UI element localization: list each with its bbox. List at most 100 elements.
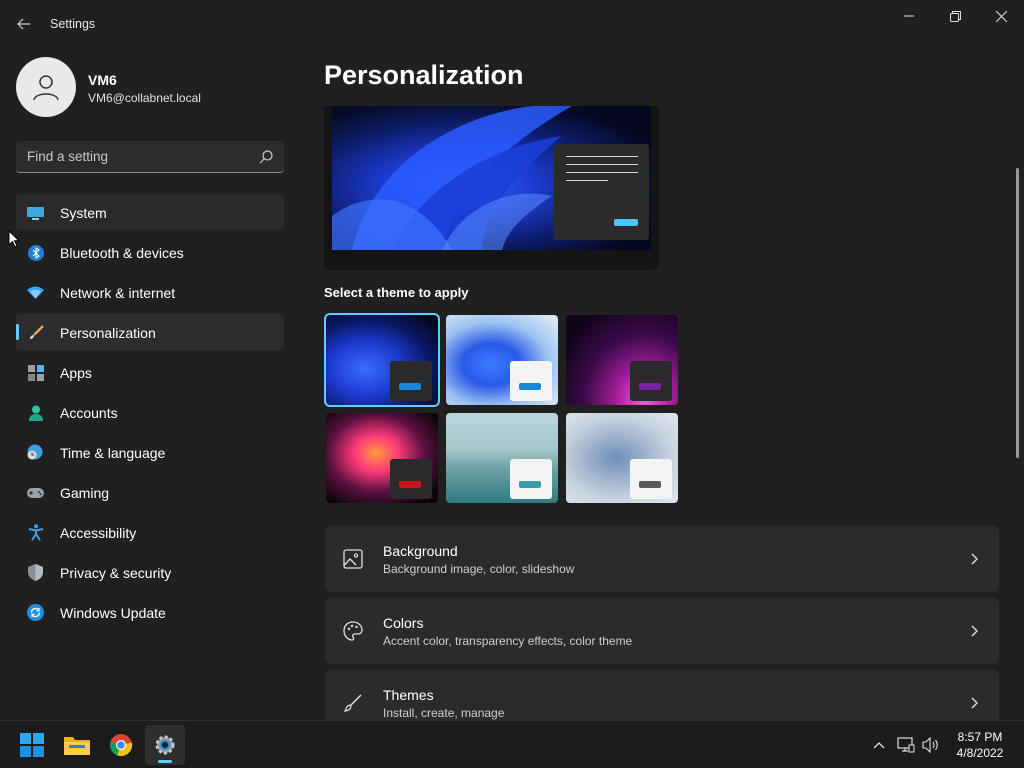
person-icon	[27, 404, 44, 421]
sidebar-item-label: Time & language	[60, 445, 166, 461]
chrome-button[interactable]	[101, 725, 141, 765]
sidebar-item-gaming[interactable]: Gaming	[16, 474, 284, 510]
title-bar: Settings	[0, 0, 1024, 48]
preview-window	[554, 144, 649, 240]
start-icon	[20, 733, 44, 757]
preview-wallpaper	[332, 106, 651, 250]
sidebar-item-label: Accessibility	[60, 525, 137, 541]
user-name: VM6	[88, 72, 117, 88]
volume-icon	[922, 737, 938, 753]
taskbar-clock[interactable]: 8:57 PM 4/8/2022	[948, 729, 1012, 761]
sidebar-item-windows-update[interactable]: Windows Update	[16, 594, 284, 630]
taskbar: 8:57 PM 4/8/2022	[0, 720, 1024, 768]
chrome-icon	[110, 734, 133, 757]
card-title: Themes	[383, 687, 434, 703]
sidebar-item-label: System	[60, 205, 107, 221]
clock-time: 8:57 PM	[957, 730, 1003, 744]
accessibility-icon	[27, 524, 44, 541]
image-icon	[343, 549, 363, 569]
themes-label: Select a theme to apply	[324, 285, 469, 300]
sidebar-item-label: Accounts	[60, 405, 118, 421]
sidebar-item-label: Apps	[60, 365, 92, 381]
sidebar-item-system[interactable]: System	[16, 194, 284, 230]
page-title: Personalization	[324, 60, 524, 90]
brush-icon	[27, 324, 44, 341]
file-explorer-button[interactable]	[57, 725, 97, 765]
network-icon	[897, 737, 915, 753]
close-button[interactable]	[978, 0, 1024, 32]
theme-window-preview	[630, 361, 672, 401]
search-icon[interactable]	[258, 149, 274, 165]
user-icon	[33, 75, 59, 101]
theme-window-preview	[390, 459, 432, 499]
theme-window-preview	[510, 459, 552, 499]
update-icon	[27, 604, 44, 621]
monitor-icon	[27, 204, 44, 221]
app-title: Settings	[50, 17, 96, 31]
minimize-button[interactable]	[886, 0, 932, 32]
chevron-right-icon	[971, 553, 978, 565]
network-tray-button[interactable]	[897, 736, 915, 754]
theme-thumbnail-light-bloom[interactable]	[446, 315, 558, 405]
avatar[interactable]	[16, 57, 76, 117]
sidebar-item-personalization[interactable]: Personalization	[16, 314, 284, 350]
card-title: Background	[383, 543, 458, 559]
sidebar-item-label: Personalization	[60, 325, 156, 341]
restore-button[interactable]	[932, 0, 978, 32]
minimize-icon	[904, 15, 914, 17]
sidebar-item-bluetooth-devices[interactable]: Bluetooth & devices	[16, 234, 284, 270]
theme-window-preview	[630, 459, 672, 499]
search-input[interactable]: Find a setting	[16, 141, 284, 173]
scrollbar[interactable]	[1016, 168, 1019, 458]
chevron-right-icon	[971, 625, 978, 637]
theme-thumbnail-flow[interactable]	[446, 413, 558, 503]
wifi-icon	[27, 284, 44, 301]
bluetooth-icon	[27, 244, 44, 261]
sidebar-item-label: Privacy & security	[60, 565, 172, 581]
sidebar-item-network-internet[interactable]: Network & internet	[16, 274, 284, 310]
clock-date: 4/8/2022	[956, 746, 1004, 760]
theme-window-preview	[390, 361, 432, 401]
sidebar-item-label: Network & internet	[60, 285, 176, 301]
sidebar-item-accounts[interactable]: Accounts	[16, 394, 284, 430]
card-subtitle: Install, create, manage	[383, 706, 505, 720]
theme-thumbnail-dark-bloom[interactable]	[324, 313, 440, 407]
sidebar-nav: System Bluetooth & devices Network & int…	[16, 194, 284, 634]
back-arrow-icon	[17, 18, 30, 30]
colors-card[interactable]: Colors Accent color, transparency effect…	[325, 598, 999, 664]
paintbrush-icon	[343, 694, 362, 712]
sidebar-item-label: Bluetooth & devices	[60, 245, 184, 261]
restore-icon	[949, 10, 961, 22]
sidebar-item-label: Windows Update	[60, 605, 166, 621]
file-explorer-icon	[64, 737, 90, 755]
shield-icon	[27, 564, 44, 581]
theme-thumbnail-sunrise[interactable]	[566, 413, 678, 503]
chevron-right-icon	[971, 697, 978, 709]
theme-thumbnail-captured-motion[interactable]	[326, 413, 438, 503]
card-title: Colors	[383, 615, 424, 631]
volume-tray-button[interactable]	[922, 736, 940, 754]
search-placeholder: Find a setting	[27, 149, 109, 164]
settings-taskbar-button[interactable]	[145, 725, 185, 765]
chevron-up-icon	[873, 742, 885, 749]
sidebar-item-privacy-security[interactable]: Privacy & security	[16, 554, 284, 590]
settings-icon	[155, 735, 175, 755]
card-subtitle: Accent color, transparency effects, colo…	[383, 634, 633, 648]
gamepad-icon	[27, 484, 44, 501]
back-button[interactable]	[10, 10, 38, 38]
mouse-cursor-icon	[8, 230, 20, 248]
start-button[interactable]	[12, 725, 52, 765]
globe-clock-icon	[27, 444, 44, 461]
active-indicator	[158, 760, 172, 763]
themes-card[interactable]: Themes Install, create, manage	[325, 670, 999, 720]
theme-thumbnail-glow[interactable]	[566, 315, 678, 405]
card-subtitle: Background image, color, slideshow	[383, 562, 575, 576]
sidebar-item-time-language[interactable]: Time & language	[16, 434, 284, 470]
background-card[interactable]: Background Background image, color, slid…	[325, 526, 999, 592]
user-email: VM6@collabnet.local	[88, 91, 201, 105]
sidebar-item-accessibility[interactable]: Accessibility	[16, 514, 284, 550]
show-hidden-icons-button[interactable]	[870, 736, 888, 754]
sidebar-item-apps[interactable]: Apps	[16, 354, 284, 390]
palette-icon	[343, 621, 363, 641]
sidebar-item-label: Gaming	[60, 485, 110, 501]
